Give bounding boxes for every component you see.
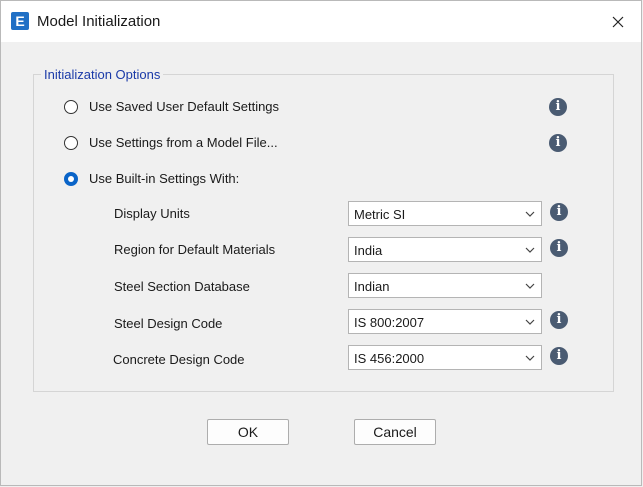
region-materials-dropdown[interactable]: India: [348, 237, 542, 262]
radio-button-selected[interactable]: [64, 171, 78, 186]
radio-label: Use Saved User Default Settings: [89, 99, 280, 114]
info-icon[interactable]: i: [550, 347, 568, 365]
concrete-design-code-label: Concrete Design Code: [113, 352, 245, 367]
steel-section-database-label: Steel Section Database: [114, 279, 250, 294]
group-legend: Initialization Options: [41, 67, 164, 82]
radio-label: Use Built-in Settings With:: [89, 171, 240, 186]
info-icon[interactable]: i: [550, 239, 568, 257]
chevron-down-icon: [525, 247, 535, 253]
radio-model-file[interactable]: Use Settings from a Model File...: [64, 135, 278, 150]
ok-button[interactable]: OK: [207, 419, 289, 445]
region-materials-label: Region for Default Materials: [114, 242, 276, 257]
radio-button[interactable]: [64, 135, 78, 150]
display-units-label: Display Units: [114, 206, 190, 221]
dropdown-value: Metric SI: [354, 207, 406, 222]
dropdown-value: India: [354, 243, 383, 258]
dropdown-value: IS 800:2007: [354, 315, 425, 330]
steel-design-code-label: Steel Design Code: [114, 316, 223, 331]
info-icon[interactable]: i: [550, 203, 568, 221]
steel-section-database-dropdown[interactable]: Indian: [348, 273, 542, 298]
close-button[interactable]: [595, 1, 641, 42]
radio-saved-defaults[interactable]: Use Saved User Default Settings: [64, 99, 279, 114]
info-icon[interactable]: i: [549, 98, 567, 116]
chevron-down-icon: [525, 211, 535, 217]
display-units-dropdown[interactable]: Metric SI: [348, 201, 542, 226]
radio-label: Use Settings from a Model File...: [89, 135, 278, 150]
dropdown-value: Indian: [354, 279, 390, 294]
dropdown-value: IS 456:2000: [354, 351, 425, 366]
dialog-window: E Model Initialization Initialization Op…: [0, 0, 642, 486]
window-title: Model Initialization: [37, 13, 161, 30]
chevron-down-icon: [525, 355, 535, 361]
steel-design-code-dropdown[interactable]: IS 800:2007: [348, 309, 542, 334]
close-icon: [612, 16, 624, 27]
app-icon: E: [11, 12, 29, 30]
concrete-design-code-dropdown[interactable]: IS 456:2000: [348, 345, 542, 370]
cancel-button[interactable]: Cancel: [354, 419, 436, 445]
info-icon[interactable]: i: [549, 134, 567, 152]
chevron-down-icon: [525, 283, 535, 289]
radio-built-in-settings[interactable]: Use Built-in Settings With:: [64, 171, 239, 186]
title-bar: E Model Initialization: [1, 1, 641, 42]
radio-button[interactable]: [64, 99, 78, 114]
info-icon[interactable]: i: [550, 311, 568, 329]
chevron-down-icon: [525, 319, 535, 325]
